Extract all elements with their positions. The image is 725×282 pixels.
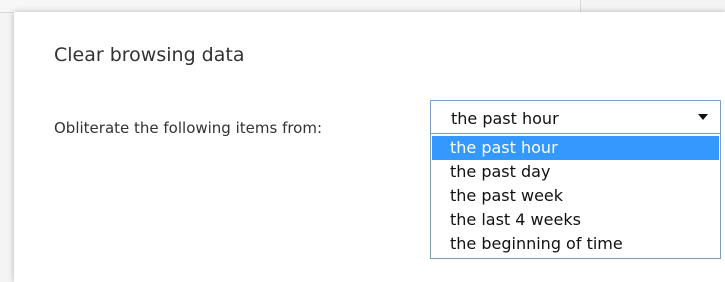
time-range-select[interactable]: the past hour: [430, 100, 721, 134]
dialog-title: Clear browsing data: [54, 44, 245, 66]
time-range-option-past-week[interactable]: the past week: [432, 184, 719, 208]
time-range-option-beginning-of-time[interactable]: the beginning of time: [432, 232, 719, 256]
clear-browsing-data-dialog: Clear browsing data Obliterate the follo…: [14, 12, 725, 282]
chevron-down-icon[interactable]: [698, 114, 708, 120]
time-range-option-past-hour[interactable]: the past hour: [432, 136, 719, 160]
time-range-option-past-day[interactable]: the past day: [432, 160, 719, 184]
time-range-option-last-4-weeks[interactable]: the last 4 weeks: [432, 208, 719, 232]
time-range-dropdown-list: the past hour the past day the past week…: [430, 133, 721, 259]
time-range-selected-value: the past hour: [451, 109, 559, 128]
time-range-label: Obliterate the following items from:: [54, 119, 323, 137]
